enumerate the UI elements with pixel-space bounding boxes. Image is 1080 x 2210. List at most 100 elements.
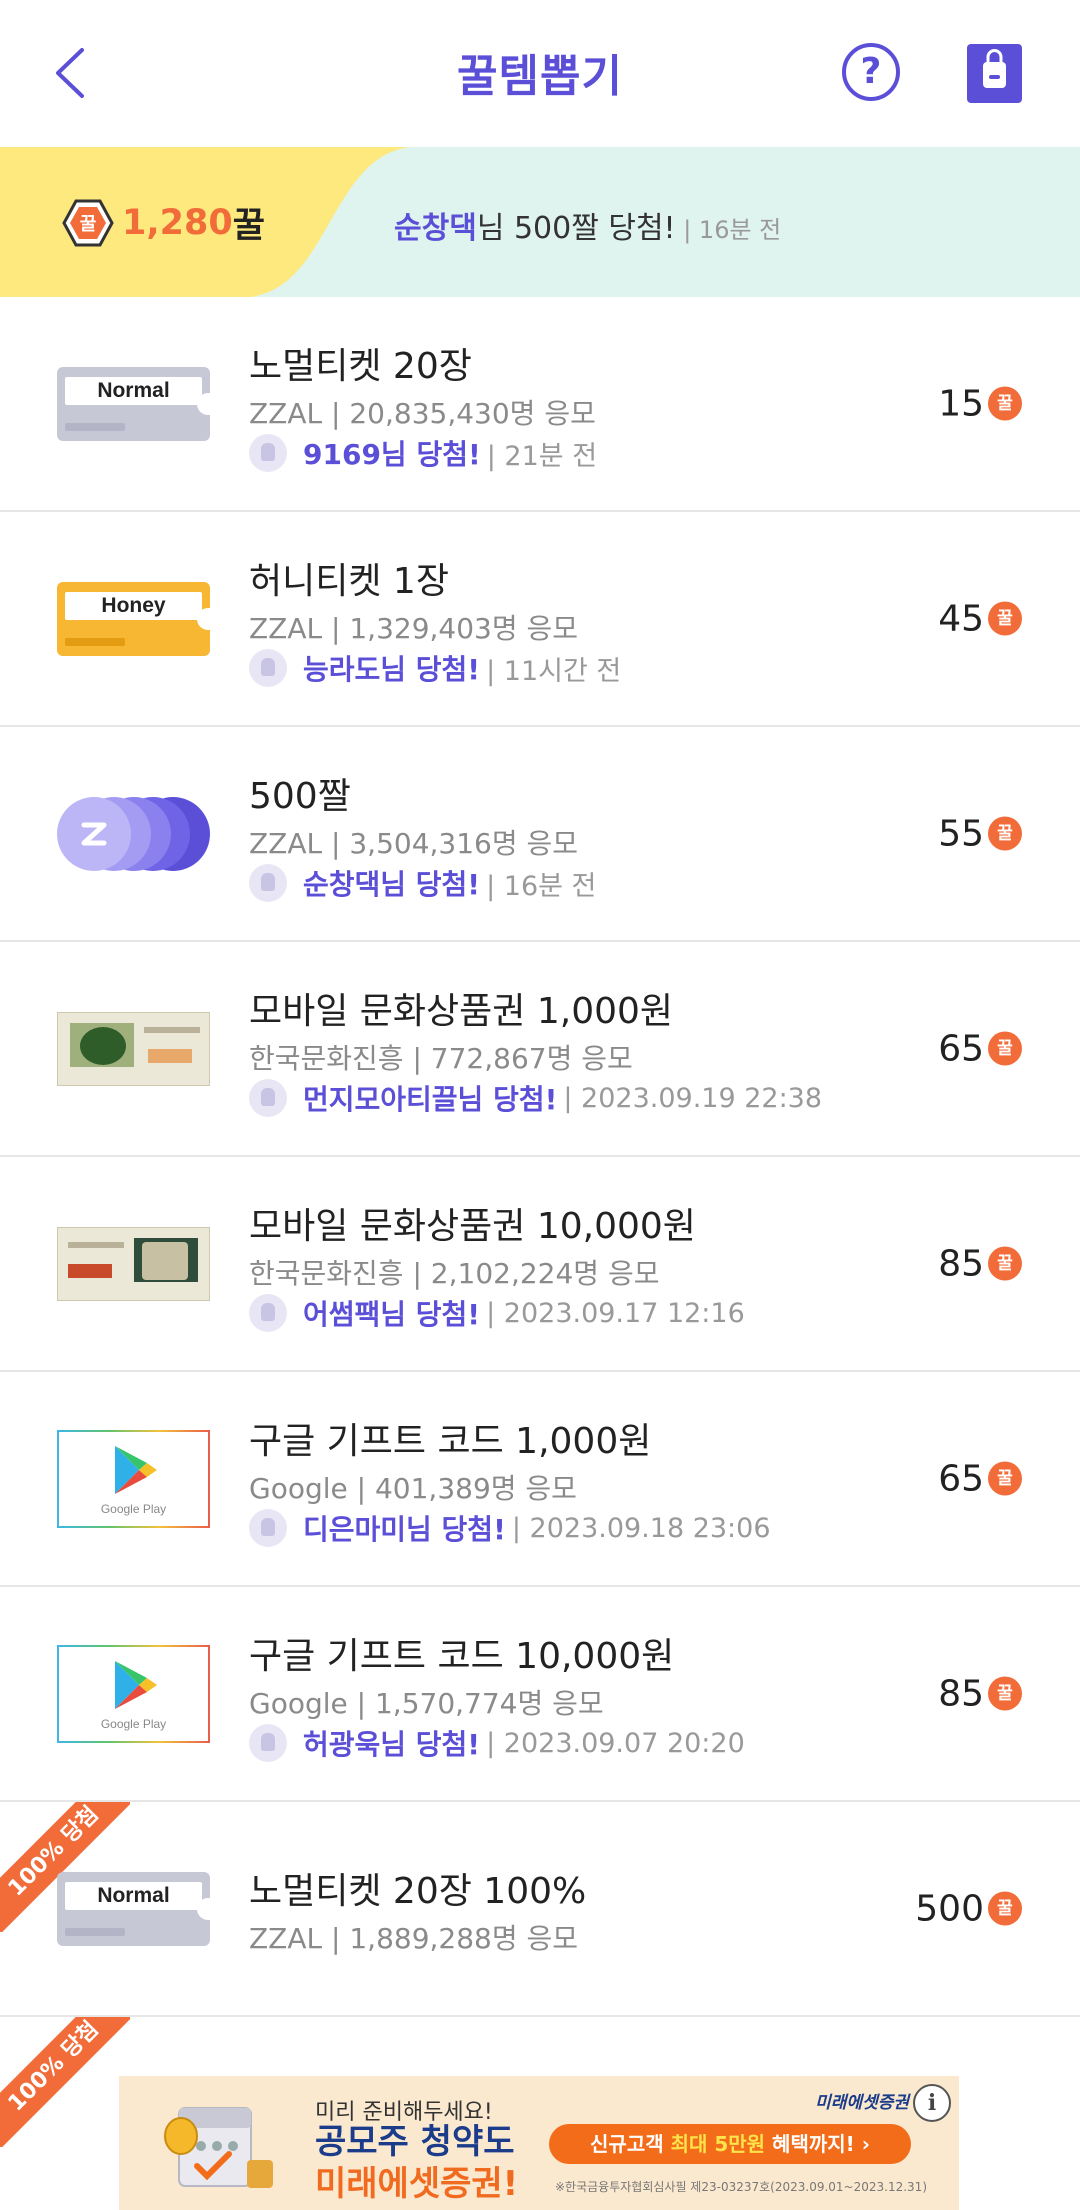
winner-time-value: 21분 전 (504, 440, 598, 472)
normal-ticket-thumb: Normal (57, 1871, 211, 1946)
guaranteed-ribbon: 100% 당첨 (0, 2017, 130, 2147)
prize-item-culture-voucher-10000[interactable]: 모바일 문화상품권 10,000원 한국문화진흥 | 2,102,224명 응모… (0, 1157, 1080, 1372)
honey-coin-icon: 꿀 (988, 816, 1022, 851)
ticker-time: 16분 전 (698, 216, 782, 244)
help-button[interactable]: ? (842, 43, 900, 101)
honey-balance-amount: 1,280 (122, 202, 233, 243)
voucher-art-tree (80, 1026, 126, 1065)
google-play-thumb: Google Play (57, 1644, 210, 1743)
prize-price: 45 꿀 (938, 598, 1022, 639)
honey-ticket-label: Honey (65, 591, 202, 620)
honey-coin-icon: 꿀 (988, 1891, 1022, 1926)
winner-time-value: 2023.09.07 20:20 (503, 1727, 745, 1759)
voucher-amount-tag (68, 1263, 112, 1278)
google-play-icon (115, 1660, 157, 1709)
winner-name: 디은마미님 당첨! (303, 1513, 506, 1546)
prize-item-500-zzal[interactable]: 500짤 ZZAL | 3,504,316명 응모 순창댁님 당첨! | 16분… (0, 727, 1080, 942)
prize-last-winner: 디은마미님 당첨! | 2023.09.18 23:06 (249, 1508, 771, 1548)
prize-meta: 한국문화진흥 | 2,102,224명 응모 (249, 1257, 660, 1290)
ticket-strip (65, 422, 125, 431)
voucher-title-line (144, 1026, 200, 1033)
culture-voucher-thumb (57, 1226, 210, 1301)
winner-time: | 21분 전 (486, 440, 598, 472)
honey-coin-icon: 꿀 (988, 1031, 1022, 1066)
prize-last-winner: 9169님 당첨! | 21분 전 (249, 433, 597, 473)
prize-price: 65 꿀 (938, 1028, 1022, 1069)
app-header: 꿀템뽑기 ? (0, 0, 1080, 147)
prize-price: 55 꿀 (938, 813, 1022, 854)
winner-time: | 16분 전 (486, 870, 597, 902)
prize-item-culture-voucher-1000[interactable]: 모바일 문화상품권 1,000원 한국문화진흥 | 772,867명 응모 먼지… (0, 942, 1080, 1157)
prize-last-winner: 허광욱님 당첨! | 2023.09.07 20:20 (249, 1723, 745, 1763)
price-value: 65 (938, 1458, 984, 1499)
voucher-title-line (68, 1241, 124, 1248)
price-value: 55 (938, 813, 984, 854)
honey-coin-icon: 꿀 (988, 1246, 1022, 1281)
prize-item-normal-ticket-20[interactable]: Normal 노멀티켓 20장 ZZAL | 20,835,430명 응모 91… (0, 297, 1080, 512)
winner-avatar (249, 649, 287, 687)
normal-ticket-thumb: Normal (57, 366, 211, 441)
winner-name: 9169님 당첨! (303, 438, 481, 471)
prize-item-google-gift-1000[interactable]: Google Play 구글 기프트 코드 1,000원 Google | 40… (0, 1372, 1080, 1587)
honey-hexagon-icon: 꿀 (62, 199, 114, 246)
prize-list: Normal 노멀티켓 20장 ZZAL | 20,835,430명 응모 91… (0, 297, 1080, 2210)
price-value: 45 (938, 598, 984, 639)
winner-time: | 11시간 전 (486, 655, 622, 687)
google-play-text: Google Play (100, 1716, 167, 1731)
ad-brand-logo: 미래에셋증권 (815, 2093, 909, 2113)
shopping-bag-icon (983, 49, 1006, 88)
prize-item-normal-ticket-100[interactable]: 100% 당첨 Normal 노멀티켓 20장 100% ZZAL | 1,88… (0, 1802, 1080, 2017)
honey-coin-icon: 꿀 (988, 1676, 1022, 1711)
advertisement-banner[interactable]: 미리 준비해두세요! 공모주 청약도 미래에셋증권! 미래에셋증권 i 신규고객… (119, 2076, 959, 2210)
ad-info-icon[interactable]: i (913, 2084, 951, 2122)
prize-item-google-gift-10000[interactable]: Google Play 구글 기프트 코드 10,000원 Google | 1… (0, 1587, 1080, 1802)
winner-avatar (249, 1079, 287, 1117)
calendar-coin-illustration (164, 2107, 273, 2188)
ticket-notch (197, 1897, 211, 1920)
price-value: 85 (938, 1673, 984, 1714)
ticket-strip (65, 1927, 125, 1936)
ad-disclaimer: ※한국금융투자협회심사필 제23-03237호(2023.09.01~2023.… (555, 2180, 927, 2194)
prize-item-honey-ticket-1[interactable]: Honey 허니티켓 1장 ZZAL | 1,329,403명 응모 능라도님 … (0, 512, 1080, 727)
guaranteed-ribbon-label: 100% 당첨 (0, 2017, 130, 2147)
prize-price: 15 꿀 (938, 383, 1022, 424)
normal-ticket-label: Normal (65, 376, 202, 405)
prize-title: 500짤 (249, 776, 351, 817)
ad-cta-button[interactable]: 신규고객 최대 5만원 혜택까지! › (549, 2124, 911, 2164)
winner-time: | 2023.09.19 22:38 (563, 1082, 823, 1114)
winner-avatar (249, 864, 287, 902)
z-letter-icon (81, 822, 107, 845)
prize-title: 모바일 문화상품권 10,000원 (249, 1206, 696, 1247)
winner-time-value: 2023.09.17 12:16 (503, 1297, 745, 1329)
prize-title: 구글 기프트 코드 10,000원 (249, 1636, 675, 1677)
winner-time-value: 11시간 전 (503, 655, 622, 687)
winner-time: | 2023.09.17 12:16 (486, 1297, 745, 1329)
google-play-icon (115, 1445, 157, 1494)
prize-meta: 한국문화진흥 | 772,867명 응모 (249, 1042, 633, 1075)
prize-last-winner: 먼지모아티끌님 당첨! | 2023.09.19 22:38 (249, 1078, 822, 1118)
winner-time: | 2023.09.07 20:20 (486, 1727, 745, 1759)
price-value: 15 (938, 383, 984, 424)
honey-hexagon-label: 꿀 (80, 214, 97, 235)
prize-meta: Google | 401,389명 응모 (249, 1472, 577, 1505)
shopping-bag-button[interactable] (967, 44, 1022, 103)
prize-last-winner: 순창댁님 당첨! | 16분 전 (249, 863, 596, 903)
ticker-text: 님 500짤 당첨! (476, 211, 676, 246)
winner-time: | 2023.09.18 23:06 (511, 1512, 771, 1544)
honey-coin-icon: 꿀 (988, 386, 1022, 421)
winner-ticker-banner: 꿀 1,280 꿀 순창댁님 500짤 당첨! | 16분 전 (0, 147, 1080, 297)
normal-ticket-label: Normal (65, 1881, 202, 1910)
ticket-notch (197, 392, 211, 415)
prize-meta: ZZAL | 20,835,430명 응모 (249, 397, 596, 430)
honey-ticket-thumb: Honey (57, 581, 211, 656)
price-value: 65 (938, 1028, 984, 1069)
google-play-thumb: Google Play (57, 1429, 210, 1528)
winner-name: 먼지모아티끌님 당첨! (303, 1083, 558, 1116)
ad-headline-1: 공모주 청약도 (315, 2122, 515, 2162)
google-play-text: Google Play (100, 1501, 167, 1516)
prize-meta: ZZAL | 3,504,316명 응모 (249, 827, 579, 860)
honey-coin-icon: 꿀 (988, 1461, 1022, 1496)
winner-avatar (249, 1294, 287, 1332)
honey-balance[interactable]: 꿀 1,280 꿀 (62, 197, 265, 248)
ad-cta-pre: 신규고객 (590, 2132, 671, 2156)
